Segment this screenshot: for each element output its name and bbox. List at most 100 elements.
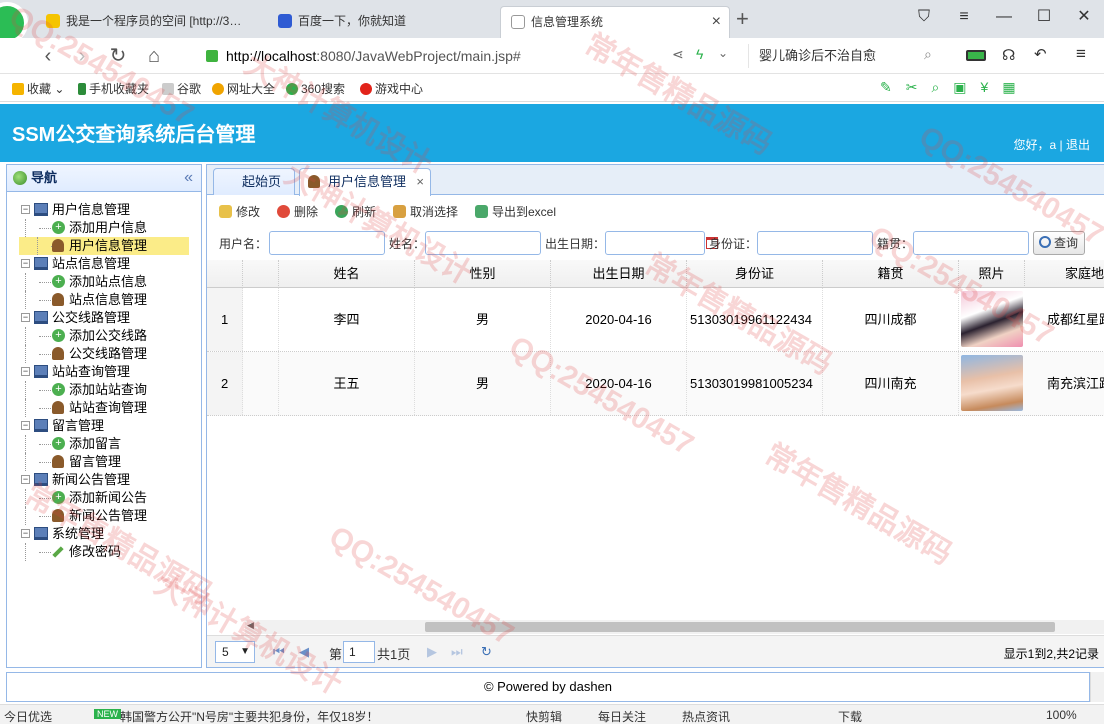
- page-number-input[interactable]: 1: [343, 641, 375, 663]
- bookmark-hao[interactable]: 网址大全: [212, 80, 275, 97]
- nav-item[interactable]: + 添加新闻公告: [7, 489, 201, 507]
- toggle-minus-icon[interactable]: −: [21, 529, 30, 538]
- toggle-minus-icon[interactable]: −: [21, 421, 30, 430]
- zoom-level[interactable]: 100%: [1046, 708, 1077, 722]
- nav-group[interactable]: − 站站查询管理: [7, 363, 201, 381]
- toggle-minus-icon[interactable]: −: [21, 259, 30, 268]
- idcard-input[interactable]: [757, 231, 873, 255]
- nav-item[interactable]: + 添加留言: [7, 435, 201, 453]
- scroll-thumb[interactable]: [425, 622, 1055, 632]
- nav-item[interactable]: 站点信息管理: [7, 291, 201, 309]
- tab-home[interactable]: 起始页: [213, 168, 295, 195]
- status-item-download[interactable]: 下载: [838, 708, 862, 725]
- status-item-clip[interactable]: 快剪辑: [526, 708, 562, 725]
- chevron-down-icon[interactable]: ⌄: [718, 46, 728, 60]
- menu-lines-icon[interactable]: ≡: [944, 0, 984, 34]
- header-gender[interactable]: 性别: [415, 260, 551, 288]
- nav-group[interactable]: − 系统管理: [7, 525, 201, 543]
- browser-tab-1[interactable]: 我是一个程序员的空间 [http://3…: [36, 6, 268, 38]
- maximize-icon[interactable]: ☐: [1024, 0, 1064, 34]
- nav-group[interactable]: − 公交线路管理: [7, 309, 201, 327]
- reload-icon[interactable]: ↻: [104, 42, 132, 70]
- new-tab-button[interactable]: +: [736, 6, 749, 32]
- bookmark-360[interactable]: 360搜索: [286, 80, 345, 97]
- nav-item[interactable]: + 添加站点信息: [7, 273, 201, 291]
- welcome-logout[interactable]: 您好，a | 退出: [1014, 136, 1090, 153]
- header-idcard[interactable]: 身份证: [687, 260, 823, 288]
- header-address[interactable]: 家庭地: [1025, 260, 1104, 288]
- row-check[interactable]: [243, 288, 279, 351]
- last-page-icon[interactable]: ⏭: [451, 644, 463, 660]
- status-today[interactable]: 今日优选: [4, 708, 52, 725]
- bookmark-google[interactable]: 谷歌: [162, 80, 201, 97]
- tab-user-manage[interactable]: 用户信息管理 ×: [299, 168, 431, 196]
- status-item-follow[interactable]: 每日关注: [598, 708, 646, 725]
- header-hometown[interactable]: 籍贯: [823, 260, 959, 288]
- reload-page-icon[interactable]: ↻: [481, 644, 492, 660]
- scroll-left-icon[interactable]: ◀: [247, 620, 254, 631]
- nav-group[interactable]: − 站点信息管理: [7, 255, 201, 273]
- header-check[interactable]: [243, 260, 279, 288]
- nav-item[interactable]: 用户信息管理: [19, 237, 189, 255]
- toggle-minus-icon[interactable]: −: [21, 367, 30, 376]
- share-icon[interactable]: ⋖: [672, 46, 684, 63]
- main-menu-icon[interactable]: ≡: [1076, 44, 1086, 64]
- hometown-input[interactable]: [913, 231, 1029, 255]
- nav-group[interactable]: − 新闻公告管理: [7, 471, 201, 489]
- back-icon[interactable]: ‹: [34, 42, 62, 70]
- nav-item[interactable]: + 添加公交线路: [7, 327, 201, 345]
- browser-tab-active[interactable]: 信息管理系统 ×: [500, 6, 730, 38]
- toggle-minus-icon[interactable]: −: [21, 313, 30, 322]
- nav-item[interactable]: 公交线路管理: [7, 345, 201, 363]
- query-button[interactable]: 查询: [1033, 231, 1085, 255]
- browser-tab-2[interactable]: 百度一下，你就知道: [268, 6, 498, 38]
- cancel-select-button[interactable]: 取消选择: [393, 203, 458, 220]
- undo-icon[interactable]: ↶: [1034, 45, 1047, 63]
- refresh-button[interactable]: 刷新: [335, 203, 376, 220]
- name-input[interactable]: [425, 231, 541, 255]
- header-name[interactable]: 姓名: [279, 260, 415, 288]
- nav-group[interactable]: − 用户信息管理: [7, 201, 201, 219]
- edit-button[interactable]: 修改: [219, 203, 260, 220]
- close-tab-icon[interactable]: ×: [712, 7, 721, 37]
- table-row[interactable]: 2 王五 男 2020-04-16 51303019981005234 四川南充…: [207, 352, 1104, 416]
- news-headline[interactable]: 韩国警方公开"N号房"主要共犯身份，年仅18岁！: [120, 708, 379, 725]
- minimize-icon[interactable]: —: [984, 0, 1024, 34]
- toggle-minus-icon[interactable]: −: [21, 475, 30, 484]
- header-photo[interactable]: 照片: [959, 260, 1025, 288]
- bookmark-game[interactable]: 游戏中心: [360, 80, 423, 97]
- extension-icons[interactable]: ✎✂⌕▣¥▦: [880, 79, 1030, 96]
- close-window-icon[interactable]: ✕: [1064, 0, 1104, 34]
- nav-item[interactable]: 站站查询管理: [7, 399, 201, 417]
- nav-item[interactable]: + 添加用户信息: [7, 219, 201, 237]
- toggle-minus-icon[interactable]: −: [21, 205, 30, 214]
- export-excel-button[interactable]: 导出到excel: [475, 203, 556, 220]
- skin-icon[interactable]: ⛉: [904, 0, 944, 34]
- birth-date-input[interactable]: [605, 231, 718, 255]
- status-item-news[interactable]: 热点资讯: [682, 708, 730, 725]
- close-tab-icon[interactable]: ×: [416, 169, 424, 195]
- nav-group[interactable]: − 留言管理: [7, 417, 201, 435]
- search-input[interactable]: 婴儿确诊后不治自愈: [748, 44, 948, 68]
- row-check[interactable]: [243, 352, 279, 415]
- table-row[interactable]: 1 李四 男 2020-04-16 51303019961122434 四川成都…: [207, 288, 1104, 352]
- headphone-icon[interactable]: ☊: [1002, 46, 1015, 64]
- lightning-icon[interactable]: ϟ: [696, 46, 703, 62]
- bookmark-favorites[interactable]: 收藏 ⌄: [12, 80, 64, 97]
- next-page-icon[interactable]: ▶: [427, 644, 437, 660]
- nav-item[interactable]: 留言管理: [7, 453, 201, 471]
- url-field[interactable]: http://localhost:8080/JavaWebProject/mai…: [226, 42, 766, 70]
- home-icon[interactable]: ⌂: [140, 42, 168, 70]
- collapse-icon[interactable]: «: [184, 165, 193, 191]
- bookmark-mobile[interactable]: 手机收藏夹: [78, 80, 149, 97]
- header-birth[interactable]: 出生日期: [551, 260, 687, 288]
- username-input[interactable]: [269, 231, 385, 255]
- page-size-select[interactable]: 5 ▼: [215, 641, 255, 663]
- nav-item[interactable]: 修改密码: [7, 543, 201, 561]
- battery-icon[interactable]: [966, 50, 986, 61]
- horizontal-scrollbar[interactable]: ◀: [245, 620, 1104, 634]
- search-icon[interactable]: ⌕: [924, 46, 932, 63]
- nav-item[interactable]: + 添加站站查询: [7, 381, 201, 399]
- delete-button[interactable]: 删除: [277, 203, 318, 220]
- vertical-scrollbar[interactable]: [1090, 672, 1104, 702]
